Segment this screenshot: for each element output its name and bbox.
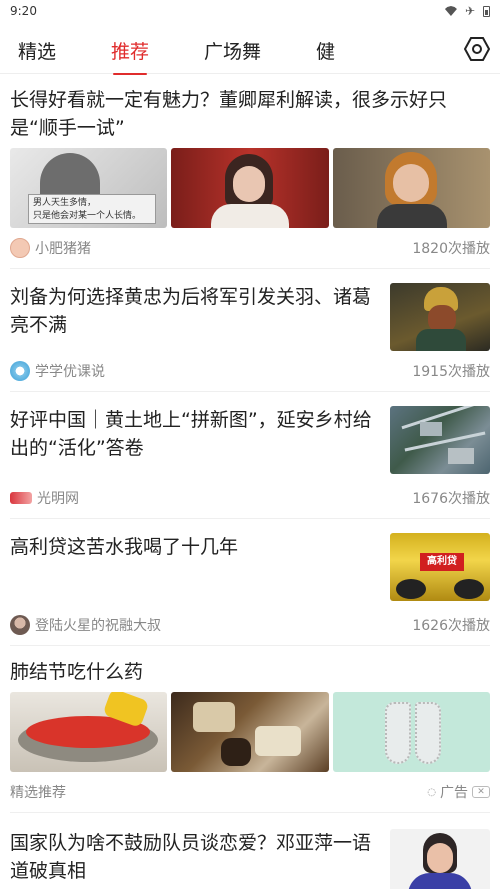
wifi-icon [444, 6, 457, 16]
pig-avatar-icon [10, 238, 30, 258]
card-thumbnail[interactable] [390, 283, 490, 351]
author-name[interactable]: 小肥猪猪 [35, 238, 91, 258]
card-image[interactable] [171, 148, 329, 228]
card-image[interactable]: 男人天生多情， 只是他会对某一个人长情。 [10, 148, 168, 228]
card-thumbnail[interactable]: 高利贷 [390, 533, 490, 601]
card-thumbnail[interactable] [390, 406, 490, 474]
feed-card[interactable]: 高利贷这苦水我喝了十几年 高利贷 登陆火星的祝融大叔 1626次播放 [10, 519, 490, 646]
ad-tag-icon: ◌ [427, 786, 436, 798]
status-time: 9:20 [10, 4, 37, 18]
tab-recommended[interactable]: 推荐 [111, 31, 149, 75]
play-count: 1626次播放 [412, 618, 490, 634]
card-image[interactable] [10, 692, 168, 772]
card-image[interactable] [332, 692, 490, 772]
tab-health[interactable]: 健 [316, 31, 335, 64]
author[interactable]: 光明网 [10, 488, 79, 508]
author[interactable]: 小肥猪猪 [10, 238, 91, 258]
feed-list: 长得好看就一定有魅力？董卿犀利解读，很多示好只是“顺手一试” 男人天生多情， 只… [0, 74, 500, 889]
play-count: 1676次播放 [412, 491, 490, 507]
card-meta: 登陆火星的祝融大叔 1626次播放 [10, 605, 490, 645]
card-title[interactable]: 高利贷这苦水我喝了十几年 [10, 533, 380, 601]
card-meta: 小肥猪猪 1820次播放 [10, 228, 490, 268]
guangming-logo-icon [10, 492, 32, 504]
author[interactable]: 登陆火星的祝融大叔 [10, 615, 161, 635]
settings-gear-icon[interactable] [464, 36, 490, 62]
card-image[interactable] [332, 148, 490, 228]
author[interactable]: 学学优课说 [10, 361, 105, 381]
card-image-row[interactable] [10, 692, 490, 772]
feed-card[interactable]: 国家队为啥不鼓励队员谈恋爱？邓亚萍一语道破真相 [10, 813, 490, 889]
ad-badge: ◌ 广告 ✕ [427, 782, 490, 802]
feed-card[interactable]: 长得好看就一定有魅力？董卿犀利解读，很多示好只是“顺手一试” 男人天生多情， 只… [10, 74, 490, 269]
play-count: 1820次播放 [412, 241, 490, 257]
thumbnail-text: 高利贷 [420, 553, 464, 571]
card-meta: 精选推荐 ◌ 广告 ✕ [10, 772, 490, 812]
battery-icon [483, 5, 490, 17]
card-title[interactable]: 肺结节吃什么药 [10, 658, 490, 686]
feed-card[interactable]: 刘备为何选择黄忠为后将军引发关羽、诸葛亮不满 学学优课说 1915次播放 [10, 269, 490, 392]
ad-label: 广告 [440, 785, 468, 801]
author-name[interactable]: 光明网 [37, 488, 79, 508]
channel-avatar-icon [10, 361, 30, 381]
card-meta: 学学优课说 1915次播放 [10, 351, 490, 391]
tab-featured[interactable]: 精选 [18, 31, 56, 64]
author-name[interactable]: 学学优课说 [35, 361, 105, 381]
author-name[interactable]: 登陆火星的祝融大叔 [35, 615, 161, 635]
user-avatar-icon [10, 615, 30, 635]
card-image-row[interactable]: 男人天生多情， 只是他会对某一个人长情。 [10, 148, 490, 228]
status-bar: 9:20 ✈ [0, 0, 500, 22]
feed-card[interactable]: 好评中国｜黄土地上“拼新图”，延安乡村给出的“活化”答卷 光明网 1676次播放 [10, 392, 490, 519]
card-title[interactable]: 好评中国｜黄土地上“拼新图”，延安乡村给出的“活化”答卷 [10, 406, 380, 474]
image-caption: 男人天生多情， 只是他会对某一个人长情。 [28, 194, 156, 224]
channel-tabs: 精选 推荐 广场舞 健 [0, 22, 500, 75]
tab-square-dance[interactable]: 广场舞 [204, 31, 261, 64]
card-meta: 光明网 1676次播放 [10, 478, 490, 518]
close-ad-icon[interactable]: ✕ [472, 786, 490, 798]
card-title[interactable]: 刘备为何选择黄忠为后将军引发关羽、诸葛亮不满 [10, 283, 380, 351]
card-image[interactable] [171, 692, 329, 772]
card-title[interactable]: 长得好看就一定有魅力？董卿犀利解读，很多示好只是“顺手一试” [10, 86, 490, 142]
ad-card[interactable]: 肺结节吃什么药 精选推荐 ◌ 广告 ✕ [10, 646, 490, 813]
card-thumbnail[interactable] [390, 829, 490, 889]
play-count: 1915次播放 [412, 364, 490, 380]
card-title[interactable]: 国家队为啥不鼓励队员谈恋爱？邓亚萍一语道破真相 [10, 829, 380, 889]
airplane-icon: ✈ [464, 4, 475, 18]
status-icons: ✈ [444, 4, 490, 18]
ad-source: 精选推荐 [10, 785, 66, 801]
